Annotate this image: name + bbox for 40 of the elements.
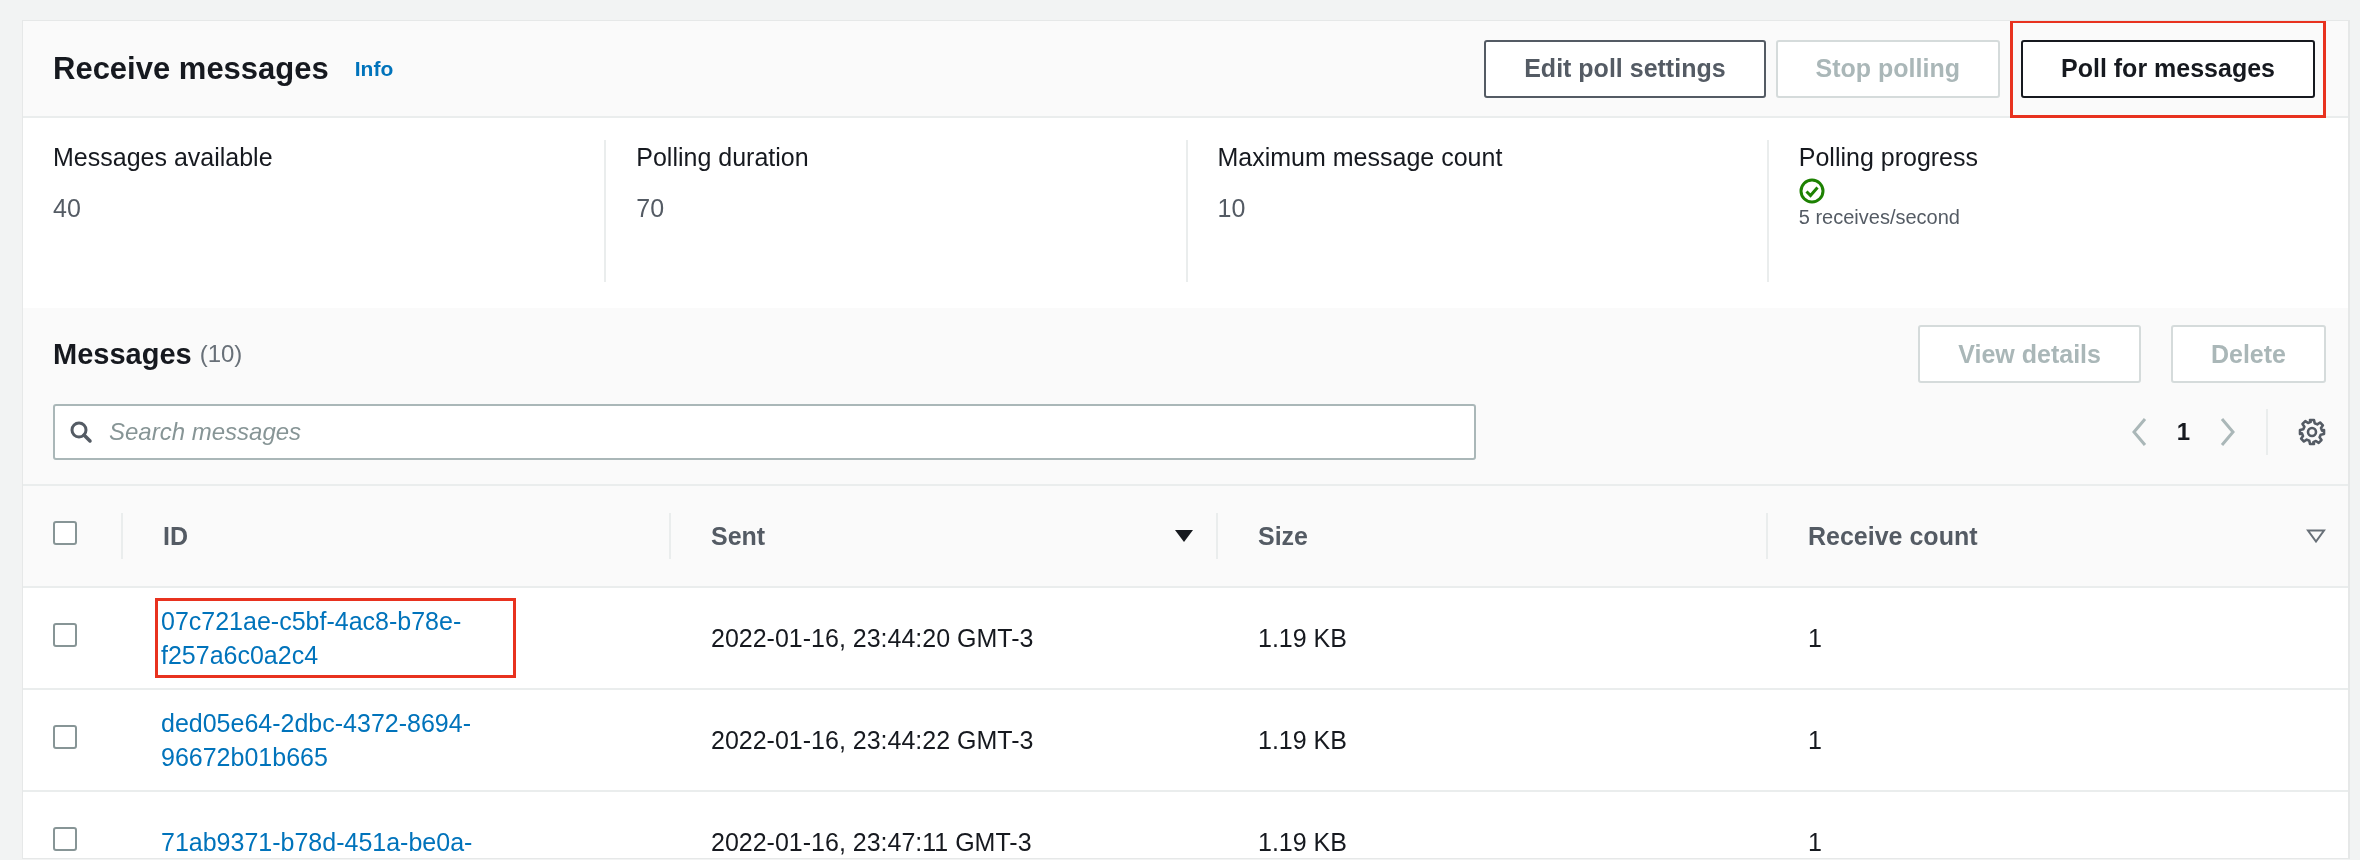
column-header[interactable]: Receive count — [1808, 521, 1978, 551]
page-number[interactable]: 1 — [2176, 418, 2190, 446]
search-icon — [69, 420, 93, 444]
action-button[interactable]: Poll for messages — [2021, 39, 2315, 98]
settings-icon[interactable] — [2298, 418, 2326, 446]
sort-descending-icon[interactable] — [1174, 529, 1194, 543]
stat-label: Messages available — [53, 142, 274, 173]
column-header[interactable]: Size — [1258, 521, 1309, 551]
checkbox[interactable] — [53, 521, 77, 545]
checkbox[interactable] — [53, 827, 77, 851]
previous-page-icon[interactable] — [2130, 417, 2147, 447]
sort-icon[interactable] — [2306, 529, 2326, 543]
action-button[interactable]: Edit poll settings — [1484, 39, 1766, 98]
table-cell: 1 — [1808, 725, 1822, 754]
stat-label: Polling duration — [636, 142, 810, 173]
column-header[interactable]: Sent — [711, 521, 766, 551]
message-count: (10) — [199, 340, 243, 368]
stat-value: 10 — [1217, 194, 1247, 223]
stat-value: 40 — [53, 194, 82, 223]
stat-label: Polling progress — [1798, 142, 1979, 173]
status-text: 5 receives/second — [1798, 206, 1961, 229]
table-cell: 1 — [1808, 623, 1822, 652]
table-cell: 2022-01-16, 23:44:22 GMT-3 — [711, 725, 1034, 754]
table-cell: 1.19 KB — [1258, 827, 1347, 856]
stat-label: Maximum message count — [1217, 142, 1504, 173]
stat-value: 70 — [636, 194, 666, 223]
checkbox[interactable] — [53, 725, 77, 749]
table-cell: 1.19 KB — [1258, 725, 1347, 754]
table-cell: 1 — [1808, 827, 1822, 856]
info-link[interactable]: Info — [354, 56, 394, 81]
table-cell: 1.19 KB — [1258, 623, 1347, 652]
column-header[interactable]: ID — [163, 521, 188, 551]
table-cell: 2022-01-16, 23:47:11 GMT-3 — [711, 827, 1032, 856]
section-title: Messages — [53, 337, 192, 371]
success-check-icon — [1798, 178, 1825, 204]
panel-title: Receive messages — [53, 50, 329, 87]
checkbox[interactable] — [53, 623, 77, 647]
table-cell: 2022-01-16, 23:44:20 GMT-3 — [711, 623, 1034, 652]
search-field[interactable]: Search messages — [53, 404, 1476, 460]
next-page-icon[interactable] — [2220, 417, 2236, 447]
